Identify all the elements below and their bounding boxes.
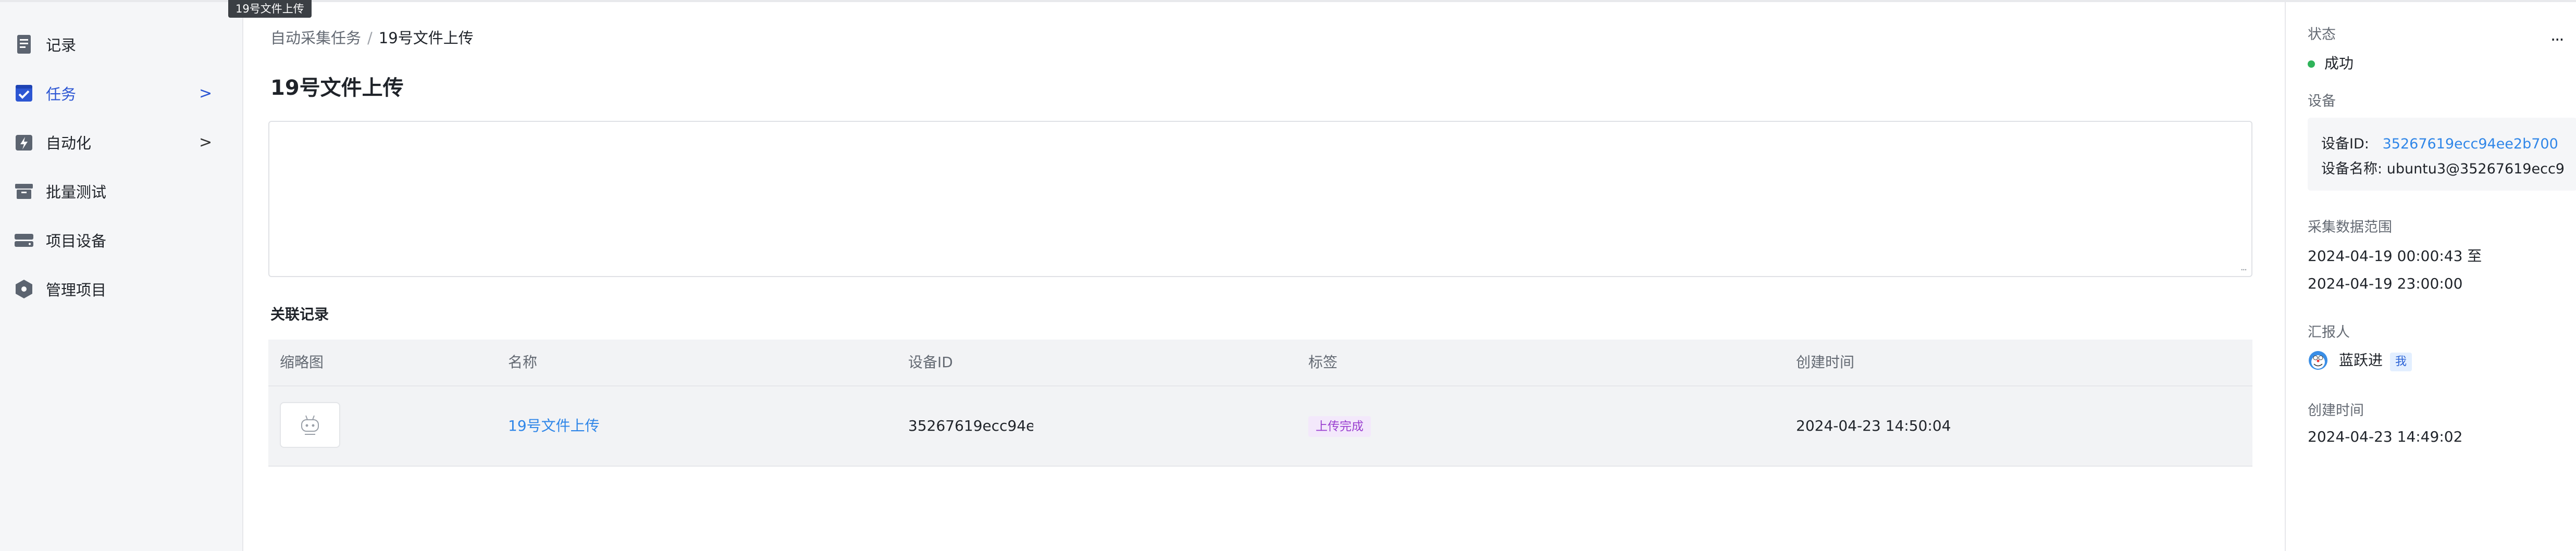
breadcrumb: 自动采集任务 / 19号文件上传	[270, 26, 474, 48]
sidebar-item-label: 项目设备	[46, 232, 107, 250]
created-time-value: 2024-04-23 14:49:02	[2308, 428, 2463, 445]
document-icon	[17, 35, 31, 54]
reporter: 蓝跃进我	[2339, 350, 2412, 371]
created-time-label: 创建时间	[2308, 403, 2364, 419]
created-time-cell: 2024-04-23 14:50:04	[1796, 417, 1951, 434]
details-panel: ... 状态 成功 设备 设备ID: 35267619ecc94ee2b700 …	[2285, 2, 2576, 551]
status-text: 成功	[2324, 55, 2354, 72]
resize-handle-icon[interactable]: ...	[2240, 262, 2247, 273]
tag-cell: 上传完成	[1308, 386, 1371, 466]
status-tag: 上传完成	[1308, 416, 1371, 437]
device-id-key: 设备ID:	[2321, 136, 2369, 152]
device-name-key: 设备名称:	[2321, 161, 2383, 177]
device-id-cell: 35267619ecc94ee	[908, 417, 1033, 434]
device-id-row: 设备ID: 35267619ecc94ee2b700	[2321, 132, 2558, 153]
description-textarea[interactable]: ...	[268, 121, 2252, 277]
success-dot-icon	[2308, 60, 2315, 68]
table-header: 缩略图 名称 设备ID 标签 创建时间	[268, 340, 2252, 386]
record-name-link[interactable]: 19号文件上传	[508, 386, 600, 466]
sidebar-item-automation[interactable]: 自动化 >	[0, 119, 242, 166]
status-value: 成功	[2308, 52, 2354, 73]
sidebar: 记录 任务 > 自动化 > 批量测试 项目设备 管理项目	[0, 2, 243, 551]
table-row[interactable]: 19号文件上传 35267619ecc94ee 上传完成 2024-04-23 …	[268, 386, 2252, 467]
column-header-created-time: 创建时间	[1796, 354, 1855, 371]
thumbnail[interactable]	[280, 402, 340, 448]
device-id-link[interactable]: 35267619ecc94ee2b700	[2383, 136, 2558, 152]
device-drive-icon	[15, 234, 33, 247]
column-header-device-id: 设备ID	[908, 354, 953, 371]
sidebar-item-batch-test[interactable]: 批量测试	[0, 168, 242, 215]
chevron-right-icon: >	[199, 133, 213, 152]
reporter-name: 蓝跃进	[2339, 352, 2383, 369]
sidebar-item-label: 自动化	[46, 134, 92, 152]
breadcrumb-parent[interactable]: 自动采集任务	[270, 29, 361, 47]
robot-placeholder-icon	[301, 415, 319, 435]
me-badge: 我	[2390, 353, 2412, 371]
avatar[interactable]	[2308, 350, 2329, 371]
breadcrumb-separator: /	[367, 29, 373, 47]
task-check-icon	[16, 85, 32, 102]
collection-range-label: 采集数据范围	[2308, 219, 2392, 235]
range-end: 2024-04-19 23:00:00	[2308, 275, 2463, 292]
sidebar-item-project-devices[interactable]: 项目设备	[0, 217, 242, 264]
related-records-title: 关联记录	[270, 306, 329, 323]
device-name-row: 设备名称: ubuntu3@35267619ecc9	[2321, 157, 2565, 178]
sidebar-item-label: 记录	[46, 36, 77, 54]
page-title: 19号文件上传	[270, 76, 404, 100]
sidebar-item-label: 任务	[46, 85, 77, 103]
automation-icon	[16, 135, 32, 151]
column-header-name: 名称	[508, 354, 538, 371]
device-info-box: 设备ID: 35267619ecc94ee2b700 设备名称: ubuntu3…	[2308, 118, 2576, 191]
range-start: 2024-04-19 00:00:43 至	[2308, 247, 2482, 265]
reporter-label: 汇报人	[2308, 324, 2350, 341]
sidebar-item-tasks[interactable]: 任务 >	[0, 70, 242, 117]
more-options-icon[interactable]: ...	[2550, 25, 2564, 45]
archive-icon	[15, 184, 33, 199]
sidebar-item-records[interactable]: 记录	[0, 21, 242, 68]
column-header-thumbnail: 缩略图	[280, 354, 324, 371]
chevron-right-icon: >	[199, 84, 213, 103]
sidebar-item-label: 批量测试	[46, 183, 107, 201]
device-name-value: ubuntu3@35267619ecc9	[2386, 161, 2565, 177]
main-content: 自动采集任务 / 19号文件上传 19号文件上传 ... 关联记录 缩略图 名称 设…	[243, 2, 2285, 551]
status-label: 状态	[2308, 27, 2336, 43]
sidebar-item-label: 管理项目	[46, 281, 107, 299]
hexagon-settings-icon	[16, 280, 32, 298]
device-label: 设备	[2308, 93, 2336, 109]
related-records-table: 缩略图 名称 设备ID 标签 创建时间 19号文件上传 35267619ecc9…	[268, 340, 2252, 467]
breadcrumb-current: 19号文件上传	[378, 29, 474, 47]
column-header-tags: 标签	[1308, 354, 1338, 371]
sidebar-item-manage-projects[interactable]: 管理项目	[0, 266, 242, 312]
